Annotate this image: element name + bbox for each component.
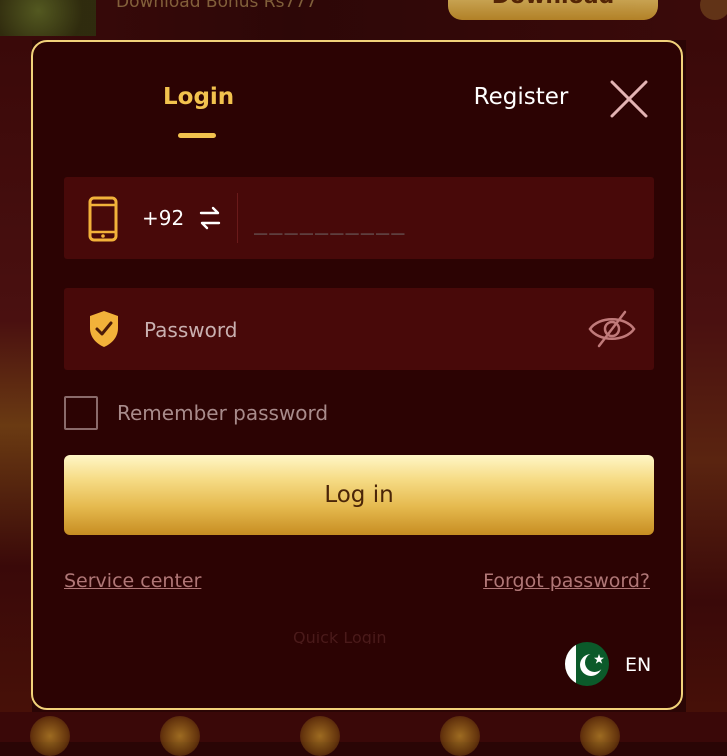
background-icon bbox=[580, 716, 620, 756]
login-modal: Login Register +92 __________ Remember p… bbox=[31, 40, 683, 710]
background-download-button: Download bbox=[448, 0, 658, 20]
tab-active-indicator bbox=[178, 133, 216, 138]
background-icon bbox=[300, 716, 340, 756]
forgot-password-link[interactable]: Forgot password? bbox=[483, 570, 650, 592]
background-header: Download Bonus Rs777 Download bbox=[0, 0, 727, 40]
eye-slash-icon[interactable] bbox=[587, 308, 637, 350]
close-button[interactable] bbox=[609, 79, 649, 119]
background-icon bbox=[440, 716, 480, 756]
quick-login-label: Quick Login bbox=[293, 632, 387, 644]
phone-field: +92 bbox=[64, 177, 654, 259]
background-left-strip bbox=[0, 40, 32, 742]
background-icon bbox=[160, 716, 200, 756]
background-logo bbox=[0, 0, 96, 36]
login-button[interactable]: Log in bbox=[64, 455, 654, 535]
remember-password-checkbox[interactable] bbox=[64, 396, 98, 430]
field-divider bbox=[237, 193, 238, 243]
background-decoration bbox=[700, 0, 727, 20]
remember-password-label[interactable]: Remember password bbox=[117, 401, 328, 425]
background-bonus-text: Download Bonus Rs777 bbox=[116, 0, 317, 12]
pakistan-flag-icon[interactable] bbox=[564, 641, 610, 687]
background-right-strip bbox=[686, 40, 727, 742]
password-field bbox=[64, 288, 654, 370]
password-input[interactable] bbox=[142, 310, 546, 350]
background-icon bbox=[30, 716, 70, 756]
tab-register[interactable]: Register bbox=[471, 84, 571, 110]
phone-input[interactable] bbox=[252, 201, 636, 243]
service-center-link[interactable]: Service center bbox=[64, 570, 201, 592]
tab-login[interactable]: Login bbox=[163, 84, 234, 110]
swap-icon[interactable] bbox=[198, 205, 222, 231]
shield-check-icon bbox=[90, 311, 118, 347]
background-bottom-strip bbox=[0, 712, 727, 756]
country-code[interactable]: +92 bbox=[142, 206, 184, 230]
phone-icon bbox=[88, 196, 118, 242]
language-selector[interactable]: EN bbox=[625, 654, 651, 676]
close-icon bbox=[610, 80, 648, 118]
